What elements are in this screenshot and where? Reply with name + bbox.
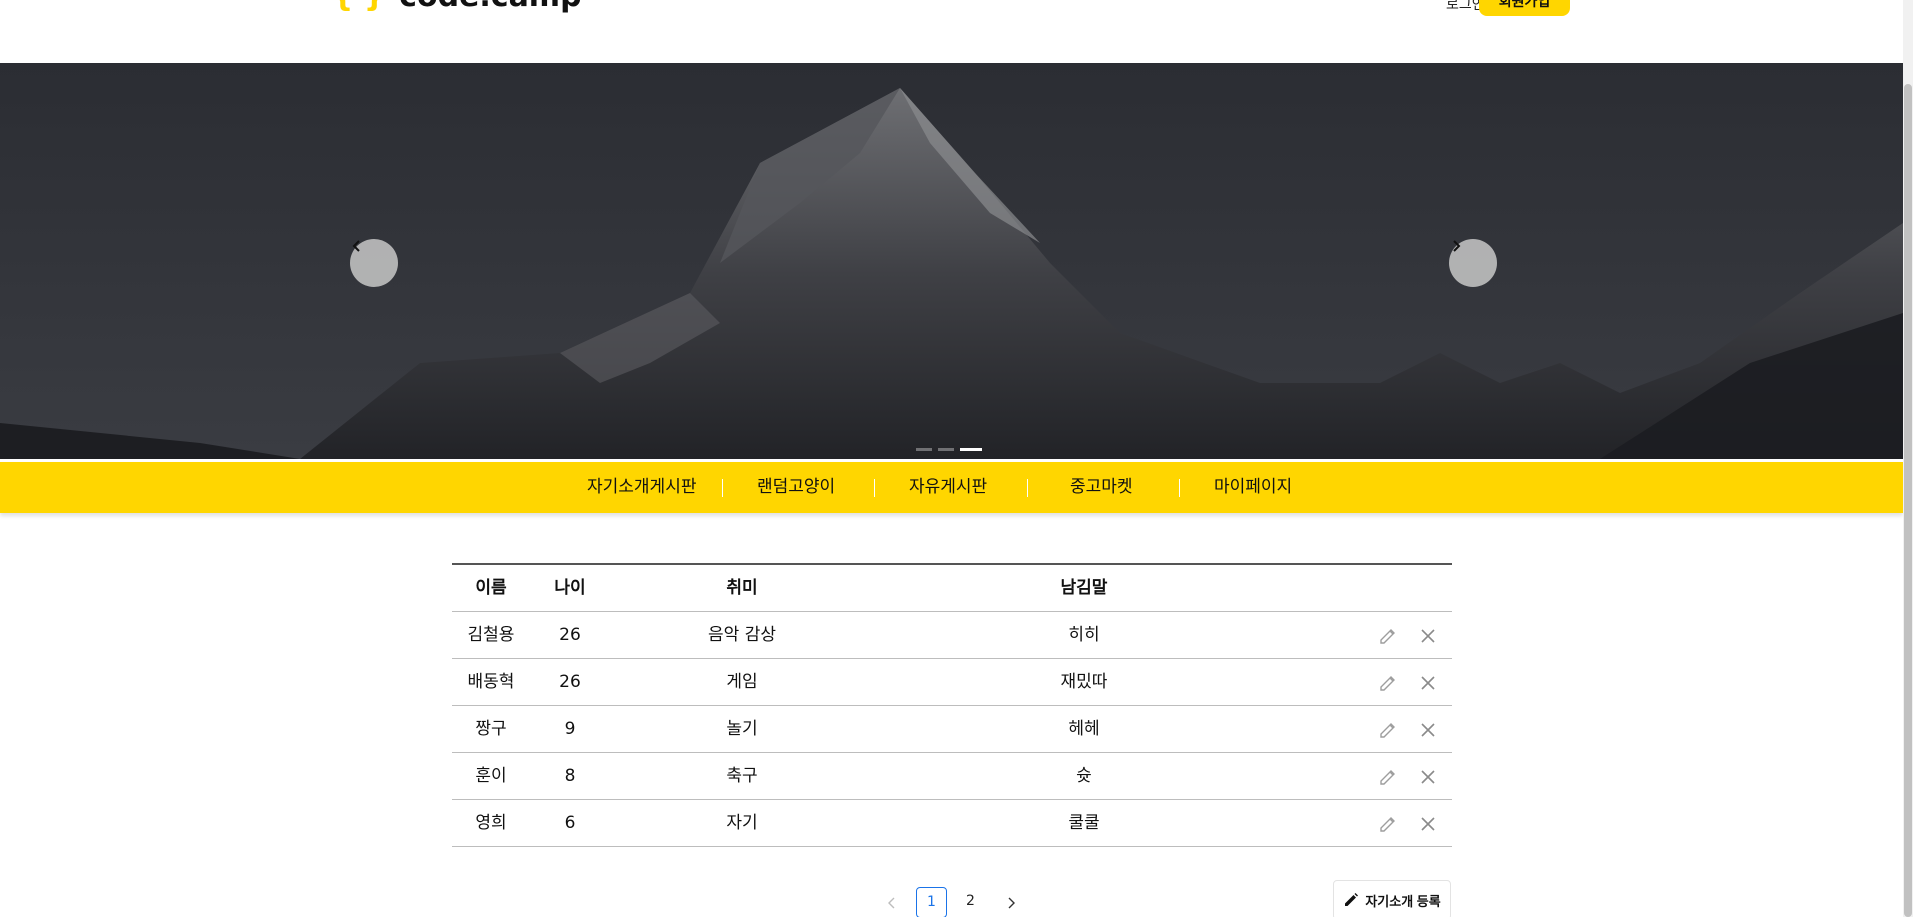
table-row: 훈이 8 축구 슛 bbox=[452, 753, 1452, 800]
page-number-current[interactable]: 1 bbox=[916, 887, 947, 917]
pencil-icon bbox=[1380, 723, 1395, 738]
delete-button[interactable] bbox=[1417, 625, 1439, 647]
main-nav: 자기소개게시판 랜덤고양이 자유게시판 중고마켓 마이페이지 bbox=[0, 462, 1903, 513]
nav-item-free-board[interactable]: 자유게시판 bbox=[909, 462, 987, 513]
page-prev-button[interactable] bbox=[882, 889, 902, 917]
cell-age: 9 bbox=[564, 719, 576, 739]
nav-item-random-cat[interactable]: 랜덤고양이 bbox=[757, 462, 835, 513]
cell-hobby: 축구 bbox=[726, 766, 758, 786]
page-next-button[interactable] bbox=[1001, 889, 1021, 917]
pencil-icon bbox=[1380, 770, 1395, 785]
edit-button[interactable] bbox=[1377, 813, 1399, 835]
close-icon bbox=[1421, 629, 1435, 643]
signup-button[interactable]: 회원가입 bbox=[1479, 0, 1570, 16]
hero-carousel bbox=[0, 63, 1903, 459]
logo-braces-icon: { } bbox=[332, 0, 385, 12]
nav-item-intro-board[interactable]: 자기소개게시판 bbox=[587, 462, 696, 513]
logo-text: code.camp bbox=[399, 0, 581, 12]
cell-message: 슛 bbox=[1076, 766, 1092, 786]
cell-hobby: 놀기 bbox=[726, 719, 758, 739]
cell-hobby: 자기 bbox=[726, 813, 758, 833]
cell-name: 짱구 bbox=[475, 719, 507, 739]
close-icon bbox=[1421, 817, 1435, 831]
cell-name: 훈이 bbox=[475, 766, 507, 786]
register-button-label: 자기소개 등록 bbox=[1365, 893, 1441, 909]
mountain-image bbox=[0, 63, 1903, 459]
carousel-dot-active[interactable] bbox=[960, 448, 982, 451]
pencil-icon bbox=[1380, 817, 1395, 832]
pencil-icon bbox=[1380, 629, 1395, 644]
header-hobby: 취미 bbox=[726, 578, 758, 598]
carousel-dots bbox=[916, 448, 982, 451]
header-message: 남김말 bbox=[1060, 578, 1108, 598]
profile-table: 이름 나이 취미 남김말 김철용 26 음악 감상 히히 배동혁 26 게임 재… bbox=[452, 563, 1452, 847]
register-intro-button[interactable]: 자기소개 등록 bbox=[1333, 880, 1451, 917]
pencil-icon bbox=[1380, 676, 1395, 691]
edit-button[interactable] bbox=[1377, 625, 1399, 647]
close-icon bbox=[1421, 676, 1435, 690]
carousel-prev-button[interactable] bbox=[350, 239, 398, 287]
carousel-dot[interactable] bbox=[916, 448, 932, 451]
carousel-dot[interactable] bbox=[938, 448, 954, 451]
close-icon bbox=[1421, 770, 1435, 784]
chevron-right-icon bbox=[1453, 240, 1461, 252]
cell-age: 6 bbox=[564, 813, 576, 833]
nav-item-used-market[interactable]: 중고마켓 bbox=[1070, 462, 1133, 513]
edit-button[interactable] bbox=[1377, 672, 1399, 694]
nav-divider bbox=[874, 479, 875, 497]
nav-divider bbox=[1027, 479, 1028, 497]
cell-name: 김철용 bbox=[467, 625, 515, 645]
delete-button[interactable] bbox=[1417, 813, 1439, 835]
page-number[interactable]: 2 bbox=[955, 887, 986, 917]
chevron-left-icon bbox=[888, 897, 895, 909]
nav-item-mypage[interactable]: 마이페이지 bbox=[1214, 462, 1292, 513]
table-header-row: 이름 나이 취미 남김말 bbox=[452, 565, 1452, 612]
delete-button[interactable] bbox=[1417, 672, 1439, 694]
cell-message: 헤헤 bbox=[1068, 719, 1100, 739]
cell-name: 영희 bbox=[475, 813, 507, 833]
chevron-right-icon bbox=[1008, 897, 1015, 909]
cell-hobby: 게임 bbox=[726, 672, 758, 692]
cell-message: 재밌따 bbox=[1060, 672, 1108, 692]
page-scrollbar[interactable] bbox=[1903, 0, 1913, 917]
edit-button[interactable] bbox=[1377, 766, 1399, 788]
pencil-icon bbox=[1345, 893, 1359, 906]
cell-hobby: 음악 감상 bbox=[708, 625, 776, 645]
delete-button[interactable] bbox=[1417, 766, 1439, 788]
nav-divider bbox=[722, 479, 723, 497]
chevron-left-icon bbox=[352, 240, 360, 252]
cell-message: 히히 bbox=[1068, 625, 1100, 645]
scrollbar-thumb[interactable] bbox=[1904, 84, 1912, 917]
cell-name: 배동혁 bbox=[467, 672, 515, 692]
cell-age: 26 bbox=[559, 672, 581, 692]
carousel-next-button[interactable] bbox=[1449, 239, 1497, 287]
table-row: 짱구 9 놀기 헤헤 bbox=[452, 706, 1452, 753]
logo[interactable]: { } code.camp bbox=[332, 0, 582, 12]
edit-button[interactable] bbox=[1377, 719, 1399, 741]
header-name: 이름 bbox=[475, 578, 507, 598]
cell-age: 8 bbox=[564, 766, 576, 786]
close-icon bbox=[1421, 723, 1435, 737]
site-header: { } code.camp 로그인 회원가입 bbox=[0, 0, 1903, 62]
cell-message: 쿨쿨 bbox=[1068, 813, 1100, 833]
nav-divider bbox=[1179, 479, 1180, 497]
table-row: 김철용 26 음악 감상 히히 bbox=[452, 612, 1452, 659]
table-row: 배동혁 26 게임 재밌따 bbox=[452, 659, 1452, 706]
cell-age: 26 bbox=[559, 625, 581, 645]
delete-button[interactable] bbox=[1417, 719, 1439, 741]
header-age: 나이 bbox=[554, 578, 586, 598]
table-row: 영희 6 자기 쿨쿨 bbox=[452, 800, 1452, 847]
